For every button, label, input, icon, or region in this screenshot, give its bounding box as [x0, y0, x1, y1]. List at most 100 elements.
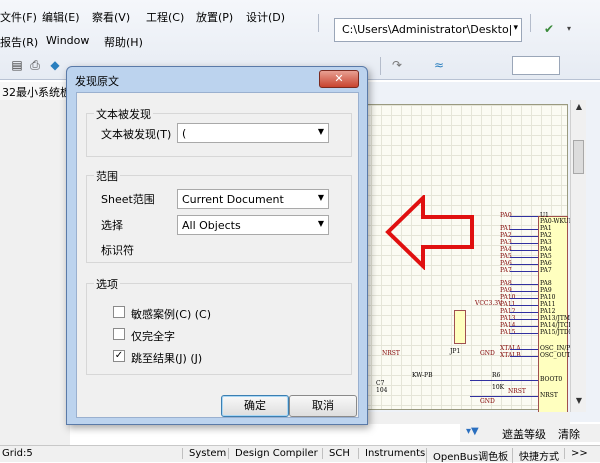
- print-preview-icon[interactable]: ⎙: [26, 56, 44, 74]
- wire: [510, 243, 538, 244]
- status-design-compiler-button[interactable]: Design Compiler: [228, 448, 318, 459]
- scroll-up-icon[interactable]: ▲: [571, 102, 587, 116]
- toolbar-separator: [380, 57, 381, 75]
- toolbar-separator: [318, 14, 319, 32]
- chevron-down-icon[interactable]: ▾: [560, 20, 578, 38]
- wire: [510, 319, 538, 320]
- menu-view[interactable]: 察看(V): [92, 9, 130, 25]
- pin-label: PA11: [540, 301, 556, 308]
- selection-select[interactable]: All Objects ▼: [177, 215, 329, 235]
- chevron-down-icon[interactable]: ▼: [318, 193, 324, 202]
- filter-icon[interactable]: ▾▼: [466, 426, 479, 437]
- wire: [510, 291, 538, 292]
- wire: [510, 250, 538, 251]
- pin-label: PA14/JTCK: [540, 322, 573, 329]
- vcc-label: VCC3.3V: [475, 300, 503, 307]
- text-group: 文本被发现 文本被发现(T) ( ▼: [86, 106, 352, 157]
- pin-label: PA7: [540, 267, 552, 274]
- pin-label: PA4: [540, 246, 552, 253]
- dialog-body: 文本被发现 文本被发现(T) ( ▼ 范围 Sheet范围 Current Do…: [76, 92, 359, 418]
- pin-label: OSC_OUT: [540, 352, 571, 359]
- menu-file[interactable]: 文件(F): [0, 9, 37, 25]
- print-icon[interactable]: ▤: [8, 56, 26, 74]
- toolbar-combo[interactable]: [512, 56, 560, 75]
- menu-design[interactable]: 设计(D): [246, 9, 285, 25]
- case-sensitive-label: 敏感案例(C) (C): [131, 308, 212, 321]
- document-tab[interactable]: 32最小系统板: [0, 82, 70, 100]
- cancel-button[interactable]: 取消: [289, 395, 357, 417]
- r6-label: R6: [492, 372, 501, 379]
- jump-to-result-label: 跳至结果(J) (J): [131, 352, 203, 365]
- pin-label: PA12: [540, 308, 556, 315]
- menu-report[interactable]: 报告(R): [0, 34, 38, 50]
- pin-label: PA6: [540, 260, 552, 267]
- case-sensitive-checkbox[interactable]: [113, 306, 125, 318]
- sheet-scope-select[interactable]: Current Document ▼: [177, 189, 329, 209]
- status-instruments-button[interactable]: Instruments: [358, 448, 425, 459]
- pin-label: PA8: [540, 280, 552, 287]
- pin-label: PA0-WKUP: [540, 218, 573, 225]
- scroll-down-icon[interactable]: ▼: [571, 396, 587, 410]
- wire: [510, 216, 538, 217]
- r6-value: 10K: [492, 384, 505, 391]
- wire: [510, 229, 538, 230]
- find-text-combo[interactable]: ( ▼: [177, 123, 329, 143]
- wire: [510, 349, 538, 350]
- chevron-down-icon[interactable]: ▾: [513, 23, 518, 33]
- nrst-label: NRST: [508, 388, 526, 395]
- dialog-title: 发现原文: [75, 75, 119, 88]
- menu-place[interactable]: 放置(P): [196, 9, 233, 25]
- wire: [510, 257, 538, 258]
- pin-label: BOOT0: [540, 376, 563, 383]
- close-icon[interactable]: ✕: [319, 70, 359, 88]
- text-group-title: 文本被发现: [94, 106, 153, 122]
- status-sch-button[interactable]: SCH: [322, 448, 350, 459]
- menu-edit[interactable]: 编辑(E): [42, 9, 80, 25]
- scroll-thumb[interactable]: [573, 140, 584, 174]
- check-mark-icon[interactable]: ✔: [540, 20, 558, 38]
- find-text-value: (: [182, 127, 187, 140]
- redo-icon[interactable]: ↷: [388, 56, 406, 74]
- menu-help[interactable]: 帮助(H): [104, 34, 143, 50]
- pin-label: PA2: [540, 232, 552, 239]
- pin-label: PA1: [540, 225, 552, 232]
- c7-label: C7: [376, 380, 385, 387]
- mask-level-button[interactable]: 遮盖等级: [502, 426, 546, 442]
- menu-window[interactable]: Window: [46, 34, 89, 47]
- find-text-dialog: 发现原文 ✕ 文本被发现 文本被发现(T) ( ▼ 范围 Sheet范围 Cur…: [66, 66, 368, 425]
- menu-project[interactable]: 工程(C): [146, 9, 184, 25]
- wire: [470, 380, 538, 381]
- sw-label: KW-PB: [412, 372, 433, 379]
- chevron-down-icon[interactable]: ▼: [318, 127, 324, 136]
- wire-icon[interactable]: ≈: [430, 56, 448, 74]
- jump-to-result-checkbox[interactable]: ✓: [113, 350, 125, 362]
- selection-label: 选择: [101, 219, 123, 232]
- status-system-button[interactable]: System: [182, 448, 226, 459]
- jp1-connector[interactable]: [454, 310, 466, 344]
- status-bar: Grid:5 System Design Compiler SCH Instru…: [0, 445, 600, 463]
- filter-bar: ▾▼ 遮盖等级 清除: [460, 424, 600, 442]
- sheet-scope-value: Current Document: [182, 193, 284, 206]
- wire: [510, 356, 538, 357]
- wire: [510, 284, 538, 285]
- whole-word-checkbox[interactable]: [113, 328, 125, 340]
- menu-bar: 文件(F) 编辑(E) 察看(V) 工程(C) 放置(P) 设计(D): [0, 6, 310, 26]
- chevron-down-icon[interactable]: ▼: [318, 219, 324, 228]
- open-icon[interactable]: ◆: [46, 56, 64, 74]
- status-shortcut-button[interactable]: 快捷方式: [512, 448, 559, 463]
- gnd-label: GND: [480, 350, 495, 357]
- path-text: C:\Users\Administrator\Deskto|: [342, 23, 513, 36]
- wire: [470, 396, 538, 397]
- ok-button[interactable]: 确定: [221, 395, 289, 417]
- options-group-title: 选项: [94, 276, 120, 292]
- vertical-scrollbar[interactable]: ▲ ▼: [570, 100, 586, 412]
- wire: [510, 305, 538, 306]
- status-more-button[interactable]: >>: [564, 448, 588, 459]
- wire: [510, 312, 538, 313]
- clear-button[interactable]: 清除: [558, 426, 580, 442]
- wire: [510, 236, 538, 237]
- status-openbus-button[interactable]: OpenBus调色板: [426, 448, 508, 463]
- jp-label: JP1: [450, 348, 461, 355]
- grid-status: Grid:5: [2, 448, 33, 459]
- path-combo[interactable]: C:\Users\Administrator\Deskto| ▾: [334, 18, 522, 42]
